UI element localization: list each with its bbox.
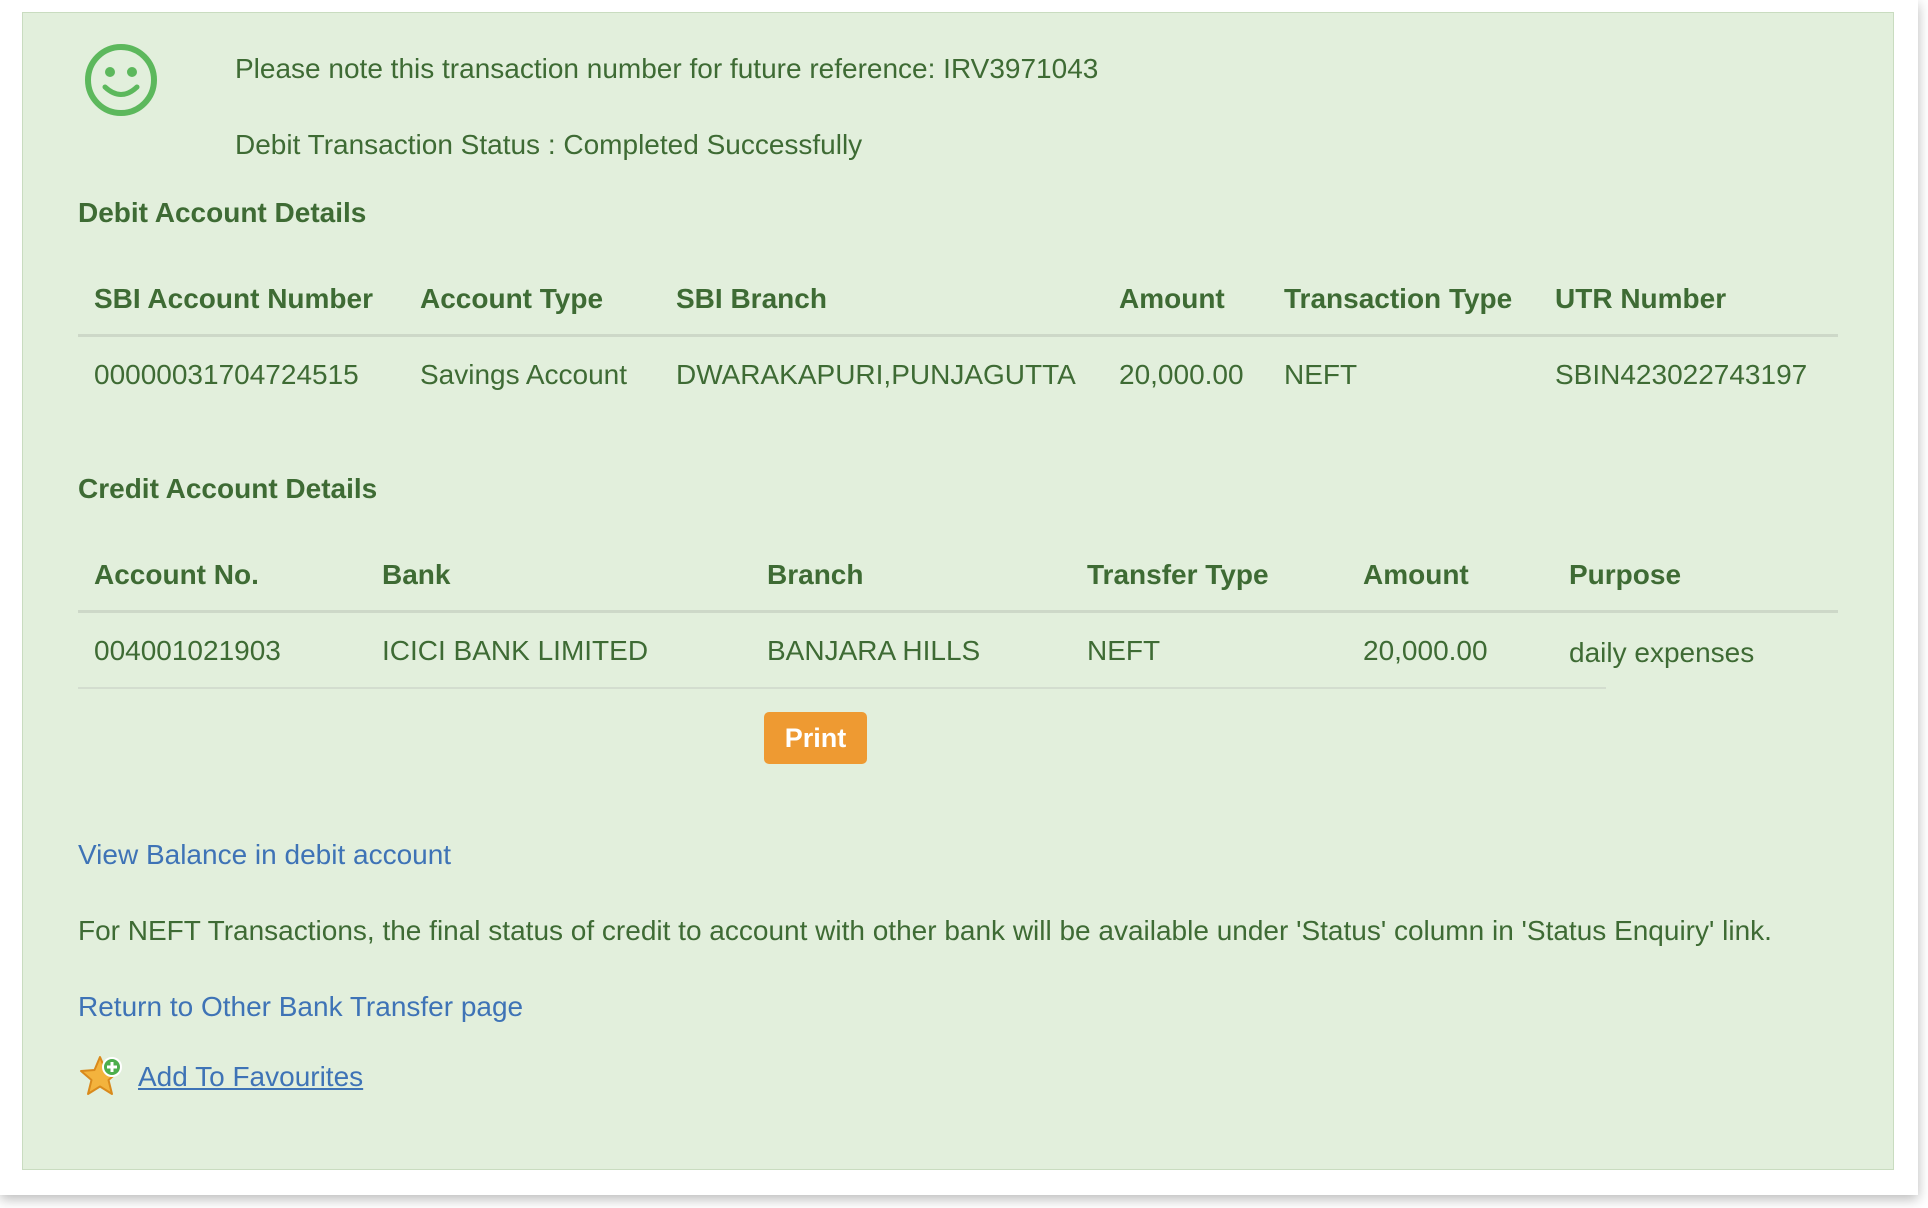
view-balance-link[interactable]: View Balance in debit account xyxy=(78,839,451,871)
header-account-no: Account No. xyxy=(94,559,259,590)
add-to-favourites[interactable]: Add To Favourites xyxy=(78,1053,363,1101)
credit-transfer-type: NEFT xyxy=(1087,635,1161,666)
debit-account-table: SBI Account Number Account Type SBI Bran… xyxy=(78,261,1838,413)
debit-table-header: SBI Account Number Account Type SBI Bran… xyxy=(78,261,1838,337)
transaction-reference-text: Please note this transaction number for … xyxy=(235,53,1099,84)
debit-branch: DWARAKAPURI,PUNJAGUTTA xyxy=(676,359,1076,390)
confirmation-panel: Please note this transaction number for … xyxy=(22,12,1894,1170)
debit-section-title: Debit Account Details xyxy=(78,197,367,228)
credit-table-header: Account No. Bank Branch Transfer Type Am… xyxy=(78,537,1838,613)
return-to-transfer-link[interactable]: Return to Other Bank Transfer page xyxy=(78,991,523,1023)
table-row: 004001021903 ICICI BANK LIMITED BANJARA … xyxy=(78,613,1754,689)
credit-purpose: daily expenses xyxy=(1569,637,1755,668)
header-sbi-branch: SBI Branch xyxy=(676,283,827,314)
header-transaction-type: Transaction Type xyxy=(1284,283,1513,314)
header-purpose: Purpose xyxy=(1569,559,1682,590)
header-sbi-account-number: SBI Account Number xyxy=(94,283,373,314)
credit-branch: BANJARA HILLS xyxy=(767,635,981,666)
debit-account-type: Savings Account xyxy=(420,359,628,390)
smiley-icon xyxy=(85,44,157,116)
credit-amount: 20,000.00 xyxy=(1363,635,1488,666)
add-to-favourites-link[interactable]: Add To Favourites xyxy=(138,1061,363,1093)
debit-utr-number: SBIN423022743197 xyxy=(1555,359,1808,390)
debit-transaction-type: NEFT xyxy=(1284,359,1358,390)
credit-account-table: Account No. Bank Branch Transfer Type Am… xyxy=(78,537,1838,689)
transaction-status-text: Debit Transaction Status : Completed Suc… xyxy=(235,129,863,160)
print-button[interactable]: Print xyxy=(764,712,867,764)
header-credit-amount: Amount xyxy=(1363,559,1469,590)
header-bank: Bank xyxy=(382,559,451,590)
credit-account-no: 004001021903 xyxy=(94,635,281,666)
header-account-type: Account Type xyxy=(420,283,604,314)
credit-bank: ICICI BANK LIMITED xyxy=(382,635,649,666)
neft-status-note: For NEFT Transactions, the final status … xyxy=(78,915,1772,946)
debit-amount: 20,000.00 xyxy=(1119,359,1244,390)
header-amount: Amount xyxy=(1119,283,1225,314)
header-utr-number: UTR Number xyxy=(1555,283,1727,314)
header-branch: Branch xyxy=(767,559,864,590)
star-add-icon[interactable] xyxy=(78,1053,126,1101)
debit-account-number: 00000031704724515 xyxy=(94,359,359,390)
credit-section-title: Credit Account Details xyxy=(78,473,378,504)
table-row: 00000031704724515 Savings Account DWARAK… xyxy=(78,337,1838,413)
header-transfer-type: Transfer Type xyxy=(1087,559,1269,590)
